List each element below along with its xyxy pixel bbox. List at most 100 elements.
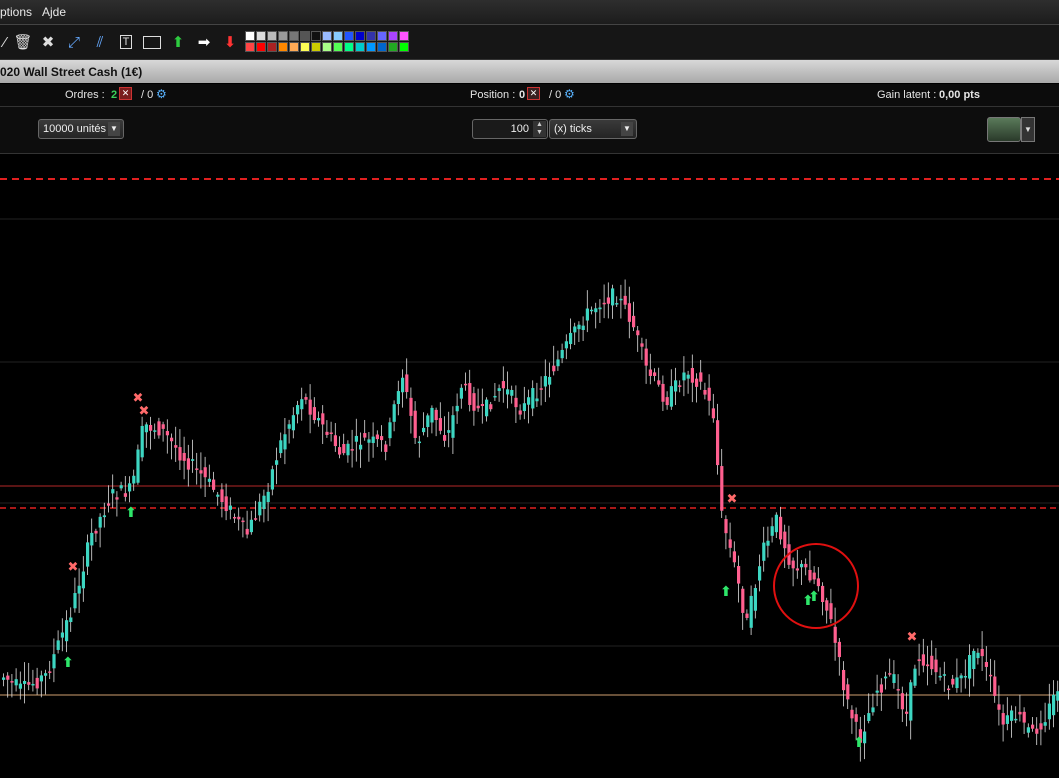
candle-body — [1031, 724, 1035, 729]
color-swatch[interactable] — [344, 42, 354, 52]
candle-body — [430, 407, 434, 423]
position-settings-icon[interactable]: ⚙ — [564, 87, 575, 101]
color-swatch[interactable] — [267, 42, 277, 52]
candle-body — [888, 673, 892, 675]
trade-markers: ✖✖✖✖✖⬆⬆⬆⬆⬆⬆ — [62, 391, 917, 751]
candle-body — [115, 497, 119, 500]
stepper-arrows-icon[interactable]: ▲ ▼ — [533, 121, 546, 137]
candle-body — [48, 671, 52, 673]
buy-arrow-icon[interactable]: ⬆ — [853, 735, 865, 751]
color-swatch[interactable] — [344, 31, 354, 41]
color-swatch[interactable] — [311, 42, 321, 52]
arrow-down-icon[interactable]: ⬇ — [219, 31, 241, 53]
closed-order-x-icon[interactable]: ✖ — [907, 630, 918, 645]
color-swatch[interactable] — [245, 31, 255, 41]
buy-arrow-icon[interactable]: ⬆ — [125, 505, 137, 521]
buy-arrow-icon[interactable]: ⬆ — [62, 655, 74, 671]
candlestick-chart[interactable]: ✖✖✖✖✖⬆⬆⬆⬆⬆⬆ — [0, 155, 1059, 778]
close-orders-icon[interactable]: ✕ — [119, 87, 132, 100]
candle-body — [207, 478, 211, 482]
candle-body — [812, 572, 816, 580]
candle-body — [955, 677, 959, 689]
candle-body — [728, 539, 732, 548]
closed-order-x-icon[interactable]: ✖ — [139, 404, 150, 419]
color-swatch[interactable] — [355, 42, 365, 52]
color-palette[interactable] — [245, 31, 409, 53]
color-swatch[interactable] — [322, 42, 332, 52]
color-swatch[interactable] — [256, 31, 266, 41]
candle-body — [237, 516, 241, 520]
close-position-icon[interactable]: ✕ — [527, 87, 540, 100]
candle-body — [690, 368, 694, 383]
ticks-value: 100 — [510, 123, 529, 135]
candle-body — [1018, 711, 1022, 715]
color-swatch[interactable] — [388, 42, 398, 52]
candle-body — [564, 341, 568, 349]
candle-body — [737, 566, 741, 584]
color-swatch[interactable] — [289, 42, 299, 52]
ticks-stepper[interactable]: 100 ▲ ▼ — [472, 119, 548, 139]
candle-body — [766, 540, 770, 546]
color-swatch[interactable] — [267, 31, 277, 41]
candle-body — [926, 664, 930, 667]
color-swatch[interactable] — [300, 31, 310, 41]
candle-body — [846, 684, 850, 700]
candle-body — [577, 324, 581, 330]
menu-options[interactable]: ptions — [0, 5, 32, 19]
color-swatch[interactable] — [333, 42, 343, 52]
tools-icon[interactable]: ✖ — [37, 31, 59, 53]
candle-body — [661, 383, 665, 402]
trading-robot-button[interactable] — [987, 117, 1021, 142]
candle-body — [741, 588, 745, 613]
color-swatch[interactable] — [388, 31, 398, 41]
ticks-unit-dropdown[interactable]: (x) ticks ▼ — [549, 119, 637, 139]
color-swatch[interactable] — [311, 31, 321, 41]
trash-icon[interactable]: 🗑 — [12, 31, 34, 53]
color-swatch[interactable] — [399, 42, 409, 52]
candle-body — [94, 530, 98, 534]
closed-order-x-icon[interactable]: ✖ — [727, 492, 738, 507]
candle-body — [615, 303, 619, 305]
candle-body — [258, 501, 262, 516]
menu-aide[interactable]: Ajde — [42, 5, 66, 19]
candle-body — [149, 425, 153, 431]
units-dropdown[interactable]: 10000 unités ▼ — [38, 119, 124, 139]
arrow-right-icon[interactable]: ➡ — [193, 31, 215, 53]
color-swatch[interactable] — [300, 42, 310, 52]
candle-body — [346, 443, 350, 456]
closed-order-x-icon[interactable]: ✖ — [68, 560, 79, 575]
color-swatch[interactable] — [366, 42, 376, 52]
parallel-lines-icon[interactable]: ⫽ — [89, 31, 111, 53]
color-swatch[interactable] — [245, 42, 255, 52]
candle-body — [732, 551, 736, 563]
candle-body — [829, 603, 833, 620]
chevron-down-icon[interactable]: ▼ — [1021, 117, 1035, 142]
arrow-up-icon[interactable]: ⬆ — [167, 31, 189, 53]
candle-body — [413, 410, 417, 438]
color-swatch[interactable] — [377, 31, 387, 41]
candle-body — [56, 640, 60, 650]
color-swatch[interactable] — [256, 42, 266, 52]
line-icon[interactable]: ⤢ — [63, 31, 85, 53]
color-swatch[interactable] — [278, 42, 288, 52]
text-tool-icon[interactable]: T — [115, 31, 137, 53]
candle-body — [518, 410, 522, 415]
candle-body — [1014, 718, 1018, 721]
candle-body — [468, 383, 472, 405]
buy-arrow-icon[interactable]: ⬆ — [720, 584, 732, 600]
color-swatch[interactable] — [333, 31, 343, 41]
color-swatch[interactable] — [377, 42, 387, 52]
candle-body — [342, 444, 346, 454]
orders-settings-icon[interactable]: ⚙ — [156, 87, 167, 101]
candle-body — [459, 387, 463, 399]
color-swatch[interactable] — [366, 31, 376, 41]
color-swatch[interactable] — [278, 31, 288, 41]
buy-arrow-icon[interactable]: ⬆ — [808, 589, 820, 605]
color-swatch[interactable] — [399, 31, 409, 41]
candle-body — [270, 469, 274, 490]
color-swatch[interactable] — [289, 31, 299, 41]
color-swatch[interactable] — [355, 31, 365, 41]
color-swatch[interactable] — [322, 31, 332, 41]
rectangle-icon[interactable] — [141, 31, 163, 53]
candle-body — [27, 682, 31, 685]
